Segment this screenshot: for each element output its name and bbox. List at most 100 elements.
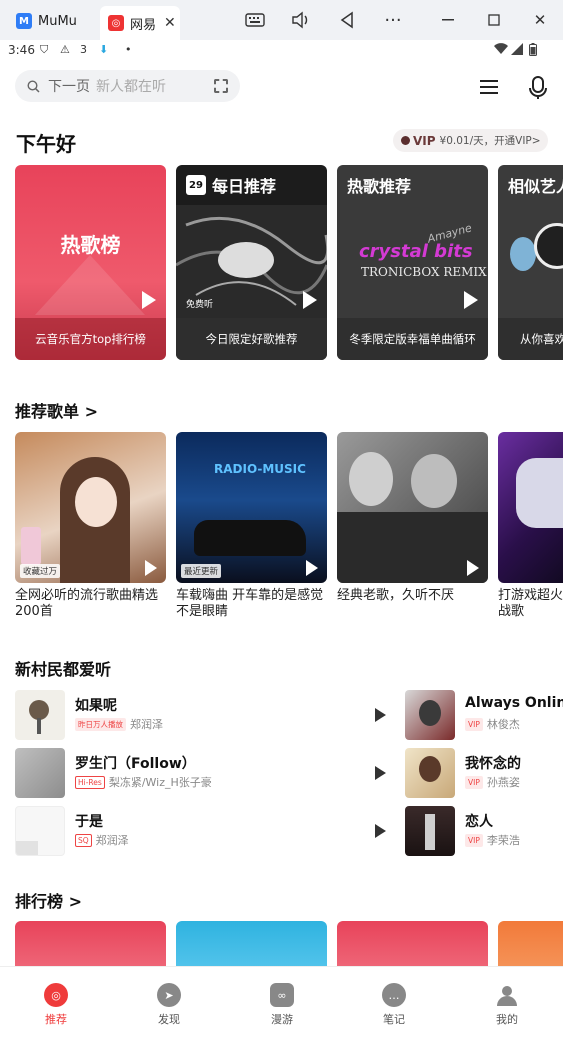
tab-mumu[interactable]: M MuMu: [16, 6, 86, 36]
signal-icon: [511, 43, 523, 58]
playlist-tag: 最近更新: [181, 564, 222, 578]
song-title: 恋人: [465, 814, 493, 830]
vip-label: VIP: [413, 133, 436, 148]
cover-car: [194, 520, 306, 556]
song-row[interactable]: 罗生门（Follow） Hi-Res 梨冻紧/Wiz_H张子豪: [15, 748, 395, 798]
search-current-text: 下一页: [48, 79, 90, 95]
song-row[interactable]: 如果呢 昨日万人播放 郑润泽: [15, 690, 395, 740]
song-cover: [15, 748, 65, 798]
play-icon[interactable]: [375, 708, 386, 722]
song-artist: 林俊杰: [486, 718, 520, 731]
song-row[interactable]: 恋人 VIP 李荣浩: [405, 806, 563, 856]
song-tag: VIP: [465, 775, 483, 789]
artist-avatar: [510, 237, 536, 271]
song-tag: SQ: [75, 833, 92, 847]
song-artist: 梨冻紧/Wiz_H张子豪: [108, 776, 212, 789]
song-row[interactable]: 我怀念的 VIP 孙燕姿: [405, 748, 563, 798]
card-title: 热歌榜: [60, 233, 121, 257]
song-artist: 李荣浩: [486, 834, 520, 847]
wifi-icon: [494, 43, 508, 58]
card-caption: 云音乐官方top排行榜: [15, 318, 166, 360]
cover-tree: [29, 700, 49, 720]
close-tab-icon[interactable]: ✕: [164, 15, 176, 31]
play-icon[interactable]: [145, 560, 157, 576]
section-charts[interactable]: 排行榜 >: [15, 888, 82, 912]
volume-icon[interactable]: [290, 10, 312, 30]
calendar-icon: 29: [186, 175, 206, 195]
song-cover: [15, 806, 65, 856]
cover-art-subtitle: TRONICBOX REMIX: [361, 265, 487, 279]
card-caption: 冬季限定版幸福单曲循环: [337, 318, 488, 360]
cover-bodies: [337, 512, 488, 583]
card-daily-recommend[interactable]: 29 每日推荐 免费听 今日限定好歌推荐: [176, 165, 327, 360]
more-icon[interactable]: ···: [382, 10, 404, 31]
playlist-cover: 收藏过万: [15, 432, 166, 583]
play-icon[interactable]: [142, 291, 156, 309]
song-row[interactable]: Always Online VIP 林俊杰: [405, 690, 563, 740]
compass-icon: ➤: [157, 983, 181, 1007]
song-cover: [405, 806, 455, 856]
playlist-title: 经典老歌，久听不厌: [337, 588, 455, 603]
song-row[interactable]: 于是 SQ 郑润泽: [15, 806, 395, 856]
playlist-title: 全网必听的流行歌曲精选200首: [15, 588, 159, 619]
card-caption: 今日限定好歌推荐: [176, 318, 327, 360]
song-tag: VIP: [465, 833, 483, 847]
cover-face: [419, 700, 441, 726]
cover-cup: [21, 527, 41, 565]
nav-notes[interactable]: … 笔记: [364, 983, 424, 1027]
card-hot-chart[interactable]: 热歌榜 云音乐官方top排行榜: [15, 165, 166, 360]
radio-icon: ∞: [270, 983, 294, 1007]
nav-roam[interactable]: ∞ 漫游: [252, 983, 312, 1027]
vinyl-icon: [401, 136, 410, 145]
nav-recommend[interactable]: ◎ 推荐: [26, 983, 86, 1027]
cover-art-title: crystal bits: [359, 241, 473, 262]
menu-icon[interactable]: [478, 76, 500, 98]
cover-person: [411, 454, 457, 508]
playlist-title: 车载嗨曲 开车靠的是感觉不是眼睛: [176, 588, 324, 619]
song-cover: [405, 690, 455, 740]
song-artist: 郑润泽: [130, 718, 163, 731]
mumu-logo-icon: M: [16, 13, 32, 29]
playlist-card[interactable]: 收藏过万 全网必听的流行歌曲精选200首: [15, 432, 166, 620]
play-icon[interactable]: [464, 291, 478, 309]
close-window-icon[interactable]: ✕: [529, 10, 551, 30]
nav-mine[interactable]: 我的: [477, 983, 537, 1027]
card-similar-artists[interactable]: 相似艺人 从你喜欢: [498, 165, 563, 360]
tab-label: MuMu: [38, 13, 77, 29]
song-cover: [15, 690, 65, 740]
back-icon[interactable]: [336, 10, 358, 30]
playlist-cover: [498, 432, 563, 583]
nav-discover[interactable]: ➤ 发现: [139, 983, 199, 1027]
scan-icon[interactable]: [214, 79, 228, 93]
minimize-icon[interactable]: [437, 10, 459, 30]
play-icon[interactable]: [467, 560, 479, 576]
playlist-card[interactable]: RADIO-MUSIC 最近更新 车载嗨曲 开车靠的是感觉不是眼睛: [176, 432, 327, 620]
keyboard-icon[interactable]: [244, 10, 266, 30]
bottom-nav: ◎ 推荐 ➤ 发现 ∞ 漫游 … 笔记 我的: [0, 966, 563, 1040]
microphone-icon[interactable]: [527, 76, 549, 99]
song-title: 于是: [75, 814, 103, 830]
download-icon: ⬇: [99, 43, 109, 56]
play-icon[interactable]: [375, 824, 386, 838]
maximize-icon[interactable]: [483, 10, 505, 30]
play-icon[interactable]: [375, 766, 386, 780]
playlist-card[interactable]: 经典老歌，久听不厌: [337, 432, 488, 604]
play-icon[interactable]: [303, 291, 317, 309]
card-title: 每日推荐: [212, 177, 277, 196]
netease-recommend-icon: ◎: [44, 983, 68, 1007]
vip-promo-button[interactable]: VIP ¥0.01/天，开通VIP>: [393, 129, 548, 152]
search-bar[interactable]: 下一页 新人都在听: [15, 70, 240, 102]
card-hot-recommend[interactable]: 热歌推荐 Amayne crystal bits TRONICBOX REMIX…: [337, 165, 488, 360]
playlist-card[interactable]: 打游戏超火战歌: [498, 432, 563, 620]
search-icon: [27, 79, 40, 93]
song-artist: 郑润泽: [95, 834, 129, 847]
play-icon[interactable]: [306, 560, 318, 576]
cover-character: [516, 458, 563, 528]
nav-label: 发现: [158, 1013, 180, 1026]
tab-netease[interactable]: ◎ 网易 ✕: [100, 6, 180, 40]
search-input[interactable]: 下一页 新人都在听: [48, 76, 166, 96]
window-titlebar: M MuMu ◎ 网易 ✕ ··· ✕: [0, 0, 563, 40]
playlist-tag: 收藏过万: [20, 564, 61, 578]
section-recommended-playlists[interactable]: 推荐歌单 >: [15, 398, 98, 422]
battery-icon: [529, 43, 537, 59]
